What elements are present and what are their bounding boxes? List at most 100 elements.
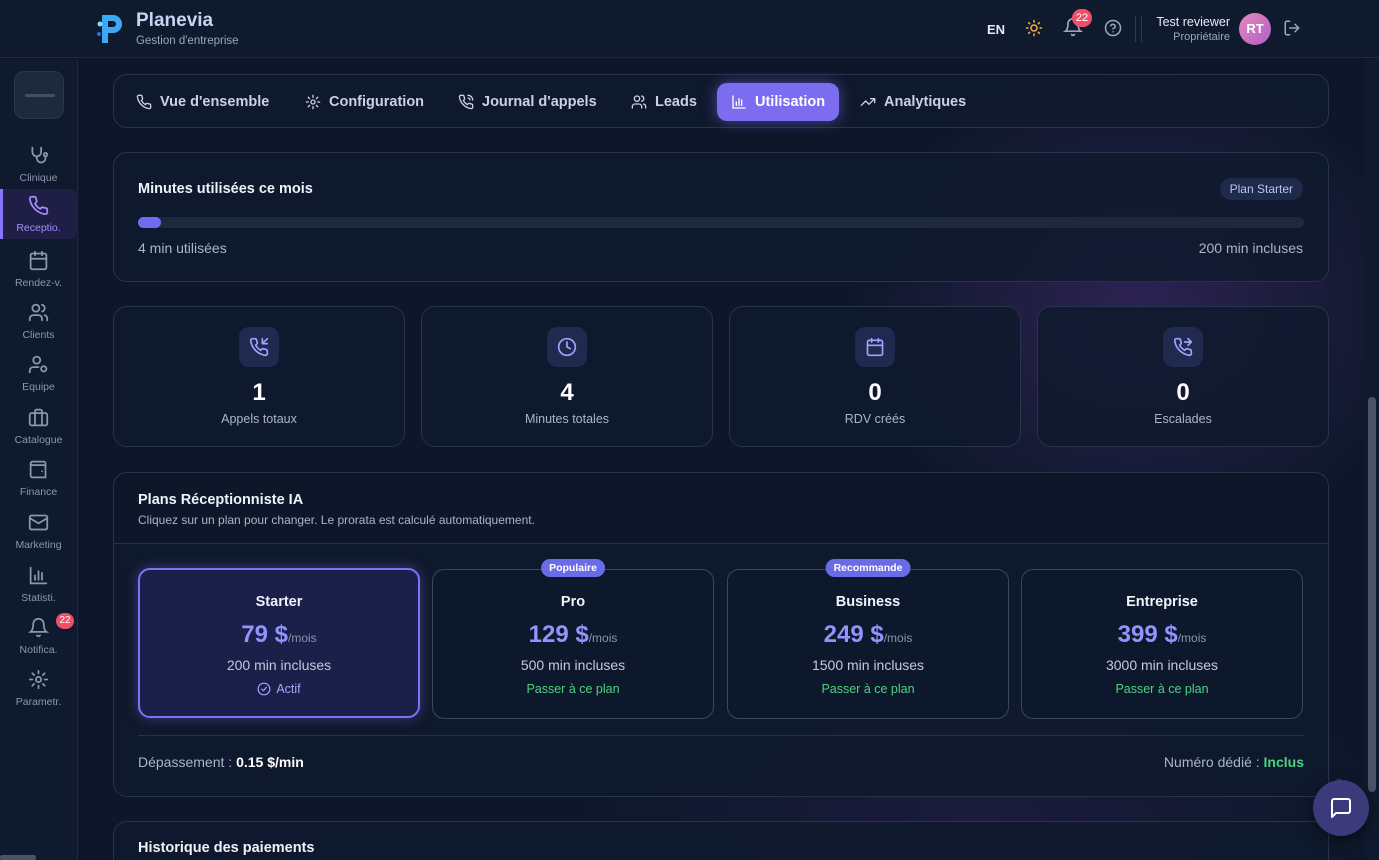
avatar[interactable]: RT xyxy=(1239,13,1271,45)
sidebar-item-label: Clients xyxy=(22,329,55,341)
user-name[interactable]: Test reviewer xyxy=(1156,15,1230,29)
bar-chart-icon xyxy=(731,94,747,110)
plan-tag: Populaire xyxy=(541,559,605,577)
check-circle-icon xyxy=(257,682,271,696)
plans-title: Plans Réceptionniste IA xyxy=(138,492,304,508)
brand-name: Planevia xyxy=(136,10,214,31)
usage-title: Minutes utilisées ce mois xyxy=(138,181,313,197)
sidebar-item-marketing[interactable]: Marketing xyxy=(0,506,77,556)
brand[interactable]: Planevia Gestion d'entreprise xyxy=(96,10,239,47)
payment-history-title: Historique des paiements xyxy=(138,840,315,856)
sidebar-item-label: Finance xyxy=(19,486,58,498)
plan-name: Business xyxy=(835,594,901,610)
sidebar-item-label: Parametr. xyxy=(15,696,62,708)
sidebar-item-clients[interactable]: Clients xyxy=(0,296,77,346)
horizontal-scrollbar[interactable] xyxy=(0,855,36,860)
stat-value: 4 xyxy=(560,379,574,406)
used-minutes-label: 4 min utilisées xyxy=(138,240,227,256)
trending-up-icon xyxy=(860,94,876,110)
sidebar-item-notifications[interactable]: 22 Notifica. xyxy=(0,611,77,661)
tab-label: Vue d'ensemble xyxy=(160,94,270,110)
switch-plan-link[interactable]: Passer à ce plan xyxy=(728,682,1008,696)
scrollbar-thumb[interactable] xyxy=(1368,397,1376,792)
calendar-icon xyxy=(28,250,49,271)
stat-label: Minutes totales xyxy=(524,412,610,426)
vertical-scrollbar[interactable] xyxy=(1365,59,1379,860)
plan-price: 249 $/mois xyxy=(728,621,1008,649)
sidebar-item-equipe[interactable]: Equipe xyxy=(0,348,77,398)
tab-leads[interactable]: Leads xyxy=(617,83,711,121)
plan-status-label: Actif xyxy=(276,682,301,696)
logout-icon[interactable] xyxy=(1283,19,1301,37)
plan-price: 399 $/mois xyxy=(1022,621,1302,649)
sidebar-item-finance[interactable]: Finance xyxy=(0,453,77,503)
sun-icon[interactable] xyxy=(1025,19,1043,37)
sidebar-item-catalogue[interactable]: Catalogue xyxy=(0,401,77,451)
usage-card: Minutes utilisées ce mois Plan Starter 4… xyxy=(113,152,1329,282)
plan-card-starter[interactable]: Starter 79 $/mois 200 min incluses Actif xyxy=(138,568,420,718)
phone-call-icon xyxy=(458,94,474,110)
plan-minutes: 1500 min incluses xyxy=(811,657,925,673)
phone-forward-icon xyxy=(1163,327,1203,367)
plan-status: Actif xyxy=(140,682,418,696)
switch-plan-link[interactable]: Passer à ce plan xyxy=(1022,682,1302,696)
plan-price-amount: 79 $ xyxy=(241,621,289,648)
plan-price-amount: 249 $ xyxy=(823,621,884,648)
stat-card-minutes: 4 Minutes totales xyxy=(421,306,713,447)
dedicated-value: Inclus xyxy=(1263,754,1304,770)
tab-bar: Vue d'ensemble Configuration Journal d'a… xyxy=(113,74,1329,128)
tab-analytics[interactable]: Analytiques xyxy=(846,83,980,121)
tab-label: Analytiques xyxy=(884,94,967,110)
divider xyxy=(1141,16,1142,42)
plan-minutes: 3000 min incluses xyxy=(1105,657,1219,673)
overage-label: Dépassement : xyxy=(138,754,237,770)
plan-card-business[interactable]: Recommande Business 249 $/mois 1500 min … xyxy=(727,559,1009,719)
plan-price: 79 $/mois xyxy=(140,621,418,649)
stat-value: 0 xyxy=(1176,379,1190,406)
sidebar-item-reception[interactable]: Receptio. xyxy=(0,189,77,239)
stat-value: 1 xyxy=(252,379,266,406)
stat-card-appointments: 0 RDV créés xyxy=(729,306,1021,447)
wallet-icon xyxy=(28,459,49,480)
usage-progress-bar xyxy=(138,217,1304,228)
overage-info: Dépassement : 0.15 $/min xyxy=(138,754,304,770)
users-icon xyxy=(631,94,647,110)
plan-card-entreprise[interactable]: Entreprise 399 $/mois 3000 min incluses … xyxy=(1021,569,1303,719)
chat-button[interactable] xyxy=(1313,780,1369,836)
help-icon[interactable] xyxy=(1104,19,1122,37)
sidebar-item-label: Clinique xyxy=(19,172,58,184)
clock-icon xyxy=(547,327,587,367)
dedicated-number-info: Numéro dédié : Inclus xyxy=(1164,754,1304,770)
tab-call-log[interactable]: Journal d'appels xyxy=(444,83,611,121)
tab-overview[interactable]: Vue d'ensemble xyxy=(122,83,283,121)
sidebar-item-parametres[interactable]: Parametr. xyxy=(0,663,77,713)
language-switch[interactable]: EN xyxy=(987,22,1005,37)
sidebar-item-statistiques[interactable]: Statisti. xyxy=(0,559,77,609)
tab-label: Configuration xyxy=(329,94,425,110)
stat-label: RDV créés xyxy=(844,412,906,426)
plan-name: Starter xyxy=(255,594,303,610)
tab-configuration[interactable]: Configuration xyxy=(291,83,438,121)
sidebar-item-label: Notifica. xyxy=(19,644,58,656)
plan-minutes: 500 min incluses xyxy=(520,657,626,673)
sidebar-item-label: Equipe xyxy=(22,381,55,393)
brand-subtitle: Gestion d'entreprise xyxy=(136,35,239,47)
switch-plan-link[interactable]: Passer à ce plan xyxy=(433,682,713,696)
sidebar-item-rendez-vous[interactable]: Rendez-v. xyxy=(0,244,77,294)
user-gear-icon xyxy=(28,354,49,375)
plan-card-pro[interactable]: Populaire Pro 129 $/mois 500 min incluse… xyxy=(432,559,714,719)
plan-price-amount: 129 $ xyxy=(528,621,589,648)
main-content: Vue d'ensemble Configuration Journal d'a… xyxy=(78,59,1365,860)
stat-card-calls: 1 Appels totaux xyxy=(113,306,405,447)
tab-utilisation[interactable]: Utilisation xyxy=(717,83,840,121)
notification-badge: 22 xyxy=(1072,9,1092,27)
plan-price-amount: 399 $ xyxy=(1117,621,1178,648)
sidebar-item-clinique[interactable]: Clinique xyxy=(0,139,77,189)
plan-tag: Recommande xyxy=(825,559,911,577)
phone-icon xyxy=(28,195,49,216)
clinic-logo[interactable] xyxy=(14,71,64,119)
top-bar: Planevia Gestion d'entreprise EN 22 Test… xyxy=(0,0,1379,58)
tab-label: Utilisation xyxy=(755,94,826,110)
tab-label: Leads xyxy=(655,94,697,110)
plan-price-period: /mois xyxy=(1177,631,1207,645)
